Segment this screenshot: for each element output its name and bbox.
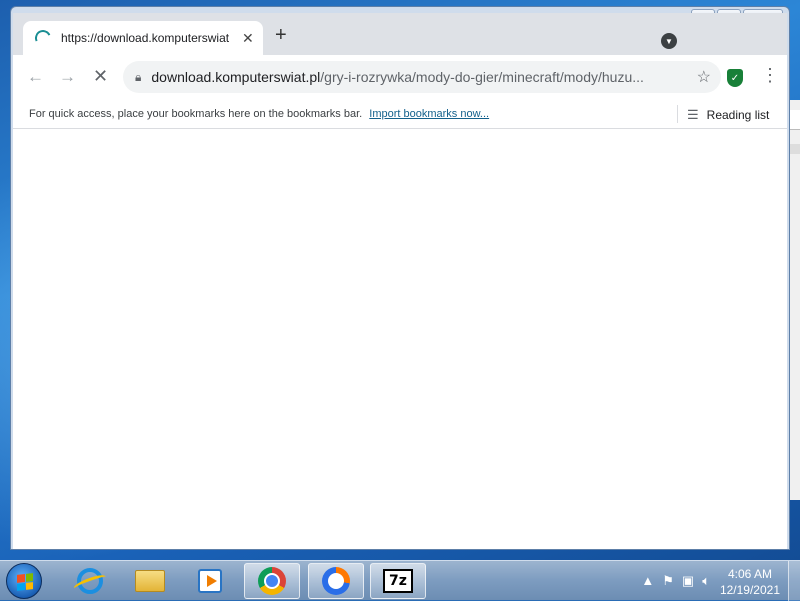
taskbar-internet-explorer[interactable] (62, 563, 118, 599)
taskbar-file-explorer[interactable] (122, 563, 178, 599)
bookmarks-message: For quick access, place your bookmarks h… (29, 108, 489, 120)
reading-list-label: Reading list (706, 108, 770, 122)
bookmark-star-icon[interactable]: ☆ (697, 67, 711, 87)
chrome-browser: https://download.komputerswiat ✕ + ▼ ← →… (13, 13, 787, 549)
url-domain: download.komputerswiat.pl (151, 69, 321, 85)
start-button[interactable] (6, 563, 42, 599)
toolbar: ← → ✕ 🔒︎ download.komputerswiat.pl/gry-i… (13, 55, 787, 99)
tab-strip: https://download.komputerswiat ✕ + ▼ (13, 13, 787, 55)
taskbar-chrome[interactable] (244, 563, 300, 599)
volume-icon[interactable]: 🔈︎ (702, 573, 710, 589)
address-bar[interactable]: 🔒︎ download.komputerswiat.pl/gry-i-rozry… (123, 61, 721, 93)
url-text[interactable]: download.komputerswiat.pl/gry-i-rozrywka… (151, 69, 661, 85)
folder-icon (135, 570, 165, 592)
tab-active[interactable]: https://download.komputerswiat ✕ (23, 21, 263, 55)
bookmarks-hint-text: For quick access, place your bookmarks h… (29, 108, 363, 120)
chrome-icon (258, 567, 286, 595)
page-content (13, 130, 787, 549)
menu-dots-icon[interactable]: ⋮ (761, 65, 779, 86)
back-arrow-icon[interactable]: ← (27, 67, 44, 87)
internet-explorer-icon (77, 568, 103, 594)
taskbar: 7z ▲ ⚑ ▣ 🔈︎ 4:06 AM 12/19/2021 (0, 560, 800, 601)
avast-icon (322, 567, 350, 595)
forward-arrow-icon[interactable]: → (59, 67, 76, 87)
url-path: /gry-i-rozrywka/mody-do-gier/minecraft/m… (320, 69, 644, 85)
taskbar-avast[interactable] (308, 563, 364, 599)
loading-spinner-icon (32, 27, 54, 49)
bookmarks-bar: For quick access, place your bookmarks h… (13, 99, 787, 129)
import-bookmarks-link[interactable]: Import bookmarks now... (369, 108, 489, 120)
show-desktop-button[interactable] (788, 561, 800, 601)
taskbar-media-player[interactable] (182, 563, 238, 599)
system-tray: ▲ ⚑ ▣ 🔈︎ (641, 573, 710, 589)
reading-list-icon: ☰ (687, 107, 699, 122)
network-icon[interactable]: ▣ (682, 573, 694, 589)
windows-logo-icon (17, 573, 33, 591)
7zip-icon: 7z (383, 569, 413, 593)
tab-title: https://download.komputerswiat (61, 31, 230, 45)
reading-list-button[interactable]: ☰ Reading list (687, 107, 769, 123)
extension-shield-icon[interactable]: ✓ (727, 69, 743, 87)
clock-date: 12/19/2021 (719, 583, 780, 597)
taskbar-7zip[interactable]: 7z (370, 563, 426, 599)
action-center-icon[interactable]: ⚑ (662, 573, 674, 589)
media-player-icon (198, 569, 222, 593)
clock[interactable]: 4:06 AM 12/19/2021 (720, 566, 780, 598)
stop-loading-icon[interactable]: ✕ (93, 66, 108, 87)
clock-time: 4:06 AM (727, 567, 772, 581)
tray-expand-icon[interactable]: ▲ (641, 573, 654, 589)
tab-search-icon[interactable]: ▼ (661, 33, 677, 49)
new-tab-button[interactable]: + (275, 25, 287, 45)
browser-window: ▁ ▢ ✕ https://download.komputerswiat ✕ +… (10, 6, 790, 550)
tab-close-icon[interactable]: ✕ (242, 30, 254, 47)
bookmarks-divider (677, 105, 678, 123)
lock-icon[interactable]: 🔒︎ (135, 70, 141, 85)
